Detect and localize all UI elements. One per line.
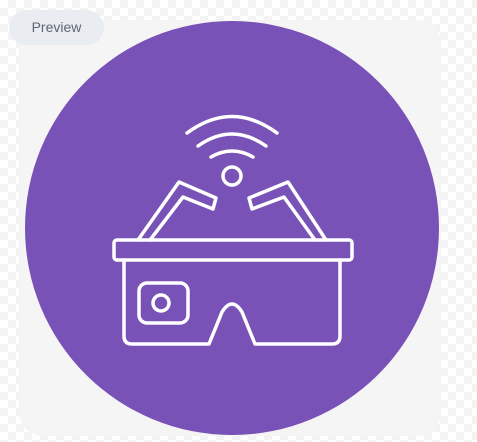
icon-badge-circle bbox=[25, 21, 439, 435]
preview-tab-button[interactable]: Preview bbox=[9, 10, 104, 45]
smart-glasses-wifi-icon bbox=[25, 21, 439, 435]
preview-stage: Preview bbox=[0, 0, 477, 442]
